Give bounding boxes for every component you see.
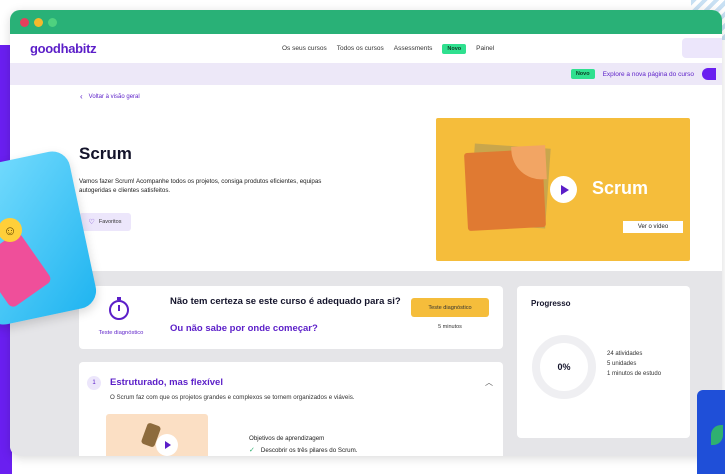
watch-video-button[interactable]: Ver o vídeo bbox=[623, 221, 683, 233]
progress-activities: 24 atividades bbox=[607, 351, 643, 357]
chevron-left-icon: ‹ bbox=[80, 92, 83, 101]
progress-title: Progresso bbox=[531, 299, 571, 308]
play-video-button[interactable] bbox=[550, 176, 577, 203]
video-title: Scrum bbox=[592, 178, 649, 198]
play-icon bbox=[165, 441, 171, 449]
back-link-label: Voltar à visão geral bbox=[88, 93, 140, 100]
favorite-button[interactable]: ♡ Favoritos bbox=[79, 213, 131, 231]
banner-text: Explore a nova página do curso bbox=[602, 70, 694, 78]
objectives-title: Objetivos de aprendizagem bbox=[249, 435, 325, 442]
minimize-window-dot[interactable] bbox=[34, 17, 43, 27]
module-video-thumbnail[interactable] bbox=[106, 414, 208, 456]
module-card: 1 Estruturado, mas flexível ︿ O Scrum fa… bbox=[79, 362, 503, 456]
stopwatch-icon bbox=[109, 297, 129, 320]
window-titlebar bbox=[10, 10, 722, 34]
goodhabitz-logo[interactable]: goodhabitz bbox=[30, 41, 97, 56]
top-navbar: goodhabitz Os seus cursos Todos os curso… bbox=[10, 34, 722, 63]
progress-ring: 0% bbox=[532, 335, 596, 399]
account-button[interactable] bbox=[682, 38, 722, 58]
banner-new-badge: Novo bbox=[570, 69, 595, 79]
progress-stats: 24 atividades 5 unidades 1 minutos de es… bbox=[607, 349, 677, 379]
progress-percent: 0% bbox=[557, 362, 571, 372]
progress-units: 5 unidades bbox=[607, 361, 637, 367]
chevron-up-icon[interactable]: ︿ bbox=[485, 377, 493, 388]
module-description: O Scrum faz com que os projetos grandes … bbox=[110, 394, 355, 401]
nav-link-all-courses[interactable]: Todos os cursos bbox=[337, 45, 384, 52]
close-window-dot[interactable] bbox=[20, 17, 29, 27]
check-icon: ✓ bbox=[249, 447, 255, 454]
diagnostic-question: Não tem certeza se este curso é adequado… bbox=[170, 296, 401, 307]
module-title[interactable]: Estruturado, mas flexível bbox=[110, 377, 223, 388]
diagnostic-duration: 5 minutos bbox=[438, 324, 462, 330]
new-badge: Novo bbox=[442, 43, 467, 54]
diagnostic-test-card: Teste diagnóstico Não tem certeza se est… bbox=[79, 286, 503, 349]
course-title: Scrum bbox=[79, 144, 132, 163]
objective-text: Descobrir os três pilares do Scrum. bbox=[260, 446, 358, 454]
diagnostic-label: Teste diagnóstico bbox=[98, 330, 144, 336]
heart-icon: ♡ bbox=[88, 219, 95, 226]
diagnostic-subquestion: Ou não sabe por onde começar? bbox=[170, 323, 318, 334]
start-diagnostic-button[interactable]: Teste diagnóstico bbox=[411, 298, 489, 317]
nav-links: Os seus cursos Todos os cursos Assessmen… bbox=[282, 34, 494, 63]
new-page-toggle[interactable] bbox=[702, 68, 716, 80]
nav-link-your-courses[interactable]: Os seus cursos bbox=[282, 45, 327, 52]
module-play-button[interactable] bbox=[156, 434, 178, 456]
maximize-window-dot[interactable] bbox=[48, 17, 57, 27]
play-icon bbox=[560, 184, 569, 195]
nav-link-dashboard[interactable]: Painel bbox=[476, 45, 494, 52]
progress-card: Progresso 0% 24 atividades 5 unidades 1 … bbox=[517, 286, 690, 438]
back-to-overview-link[interactable]: ‹ Voltar à visão geral bbox=[80, 92, 140, 101]
objective-item: ✓ Descobrir os três pilares do Scrum. bbox=[249, 446, 358, 455]
new-page-banner: Novo Explore a nova página do curso bbox=[10, 63, 722, 85]
nav-link-assessments[interactable]: Assessments bbox=[394, 45, 433, 52]
favorite-label: Favoritos bbox=[98, 219, 122, 225]
module-number: 1 bbox=[87, 376, 101, 390]
progress-study-time: 1 minutos de estudo bbox=[607, 371, 662, 377]
course-description: Vamos fazer Scrum! Acompanhe todos os pr… bbox=[79, 178, 322, 194]
browser-window: goodhabitz Os seus cursos Todos os curso… bbox=[10, 10, 722, 456]
course-video-card[interactable]: Scrum Ver o vídeo bbox=[436, 118, 690, 261]
